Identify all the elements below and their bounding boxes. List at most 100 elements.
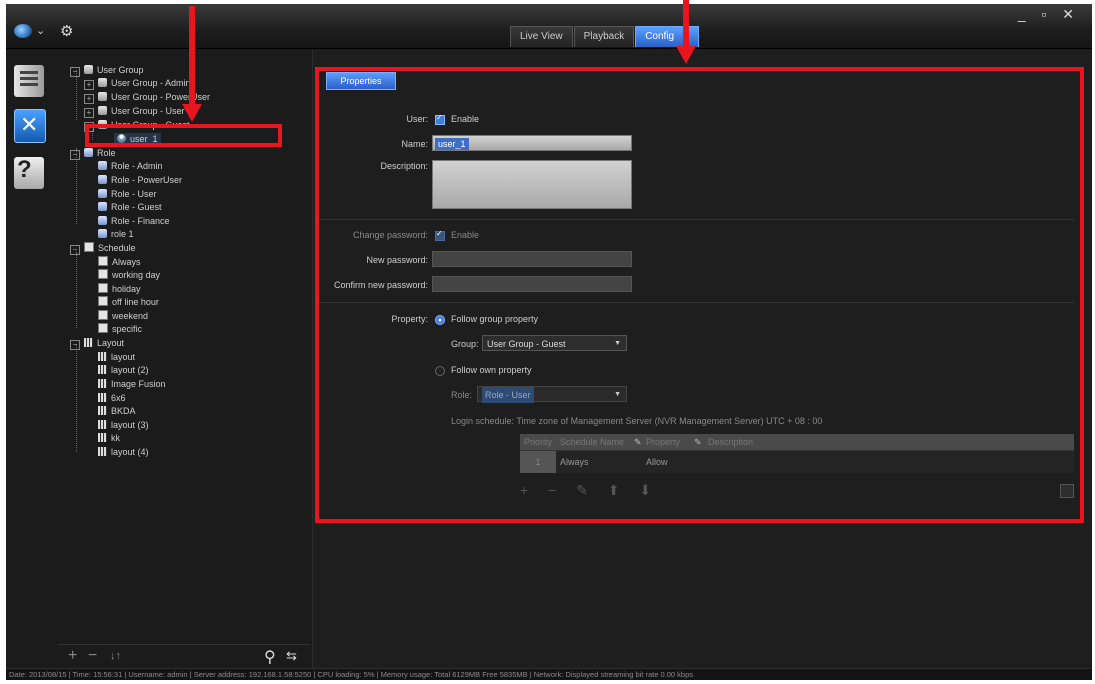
role-icon xyxy=(98,189,107,198)
tab-live-view[interactable]: Live View xyxy=(510,26,573,47)
tab-properties[interactable]: Properties xyxy=(326,72,396,90)
column-priority[interactable]: Priority xyxy=(524,434,552,450)
group-icon xyxy=(98,120,107,129)
column-property[interactable]: Property xyxy=(646,434,680,450)
tree-node[interactable]: kk xyxy=(98,432,120,444)
confirm-password-field[interactable] xyxy=(432,276,632,292)
tree-node[interactable]: role 1 xyxy=(98,228,134,240)
layout-icon xyxy=(98,447,107,456)
sort-icon[interactable]: ↓↑ xyxy=(110,650,121,662)
tree-node[interactable]: Image Fusion xyxy=(98,378,166,390)
app-logo-icon[interactable] xyxy=(14,24,32,38)
properties-panel xyxy=(312,50,1092,670)
new-password-field[interactable] xyxy=(432,251,632,267)
tab-config[interactable]: Config xyxy=(635,26,700,47)
tree-node[interactable]: + User Group - User xyxy=(84,105,185,118)
group-icon xyxy=(98,106,107,115)
pencil-icon: ✎ xyxy=(694,437,702,447)
layout-icon xyxy=(98,433,107,442)
change-password-label: Change password: xyxy=(352,230,428,240)
layout-icon xyxy=(98,352,107,361)
cell-priority: 1 xyxy=(520,451,556,473)
layout-icon xyxy=(98,393,107,402)
schedule-icon xyxy=(98,256,108,266)
cell-property: Allow xyxy=(646,457,668,467)
tree-node[interactable]: + User Group - Admin xyxy=(84,77,191,90)
schedule-icon xyxy=(98,310,108,320)
calendar-icon[interactable] xyxy=(1060,484,1074,498)
role-icon xyxy=(98,175,107,184)
tree-node[interactable]: Role - PowerUser xyxy=(98,174,182,186)
window-controls[interactable]: _ ▫ ✕ xyxy=(1018,6,1080,23)
follow-group-radio[interactable] xyxy=(435,315,445,325)
tree-node[interactable]: Role - User xyxy=(98,188,157,200)
layout-icon xyxy=(98,365,107,374)
remove-icon[interactable]: − xyxy=(88,647,97,665)
schedule-icon xyxy=(98,323,108,333)
group-icon xyxy=(84,65,93,74)
tree-node[interactable]: − User Group - Guest xyxy=(84,119,190,132)
tree-node[interactable]: holiday xyxy=(98,283,141,295)
change-password-checkbox[interactable] xyxy=(435,229,445,241)
role-label: Role: xyxy=(451,390,473,400)
user-icon xyxy=(117,134,126,143)
name-field[interactable]: user_1 xyxy=(432,135,632,151)
tree-node[interactable]: layout (3) xyxy=(98,419,149,431)
role-icon xyxy=(84,148,93,157)
group-icon xyxy=(98,78,107,87)
tree-node[interactable]: Always xyxy=(98,256,141,268)
tree-node[interactable]: layout xyxy=(98,351,135,363)
group-dropdown[interactable]: User Group - Guest ▼ xyxy=(482,335,627,351)
main-tabs: Live View Playback Config xyxy=(510,26,700,48)
tree-node[interactable]: + User Group - PowerUser xyxy=(84,91,210,104)
chevron-down-icon[interactable]: ⌄ xyxy=(36,24,45,37)
tree-node-user-1[interactable]: user_1 xyxy=(114,133,161,145)
table-header: Priority Schedule Name ✎ Property ✎ Desc… xyxy=(520,434,1074,451)
config-tree: − User Group + User Group - Admin + User Gr… xyxy=(58,54,310,642)
role-dropdown[interactable]: Role - User ▼ xyxy=(477,386,627,403)
tree-node[interactable]: − User Group xyxy=(70,64,144,77)
tree-node[interactable]: specific xyxy=(98,323,142,335)
tree-node[interactable]: − Schedule xyxy=(70,242,136,255)
column-schedule-name[interactable]: Schedule Name xyxy=(560,434,624,450)
settings-gear-icon[interactable]: ⚙ xyxy=(60,22,73,40)
chevron-down-icon: ▼ xyxy=(614,391,621,398)
tree-node[interactable]: − Role xyxy=(70,147,116,160)
help-icon[interactable] xyxy=(14,156,44,189)
confirm-password-label: Confirm new password: xyxy=(333,280,428,290)
tab-playback[interactable]: Playback xyxy=(573,26,635,47)
server-icon[interactable] xyxy=(14,65,44,97)
tree-node[interactable]: weekend xyxy=(98,310,148,322)
tree-node[interactable]: Role - Finance xyxy=(98,215,170,227)
config-tools-icon[interactable] xyxy=(14,109,46,143)
tree-node[interactable]: Role - Admin xyxy=(98,160,163,172)
tree-toolbar: + − ↓↑ ⚲ ⇆ xyxy=(58,644,310,669)
tree-node[interactable]: Role - Guest xyxy=(98,201,162,213)
cell-schedule-name: Always xyxy=(560,457,589,467)
follow-own-radio[interactable] xyxy=(435,366,445,376)
tree-node[interactable]: working day xyxy=(98,269,160,281)
tree-node[interactable]: off line hour xyxy=(98,296,159,308)
left-icon-rail xyxy=(6,49,54,679)
schedule-icon xyxy=(84,242,94,252)
tree-node[interactable]: layout (4) xyxy=(98,446,149,458)
layout-icon xyxy=(84,338,93,347)
search-icon[interactable]: ⚲ xyxy=(264,647,276,667)
tree-node[interactable]: BKDA xyxy=(98,405,136,417)
table-row[interactable]: 1 Always Allow xyxy=(520,451,1074,473)
tree-node[interactable]: 6x6 xyxy=(98,392,126,404)
name-value: user_1 xyxy=(435,138,469,150)
role-icon xyxy=(98,216,107,225)
sync-icon[interactable]: ⇆ xyxy=(286,648,297,664)
user-enable-checkbox[interactable] xyxy=(435,113,445,125)
chevron-down-icon: ▼ xyxy=(614,340,621,347)
table-toolbar[interactable]: + − ✎ ⬆ ⬇ xyxy=(520,482,659,499)
change-password-enable-label: Enable xyxy=(451,230,480,240)
column-description[interactable]: Description xyxy=(708,434,753,450)
role-icon xyxy=(98,161,107,170)
tree-node[interactable]: layout (2) xyxy=(98,364,149,376)
follow-own-label: Follow own property xyxy=(451,365,532,375)
add-icon[interactable]: + xyxy=(68,647,77,665)
tree-node[interactable]: − Layout xyxy=(70,337,124,350)
description-field[interactable] xyxy=(432,160,632,209)
